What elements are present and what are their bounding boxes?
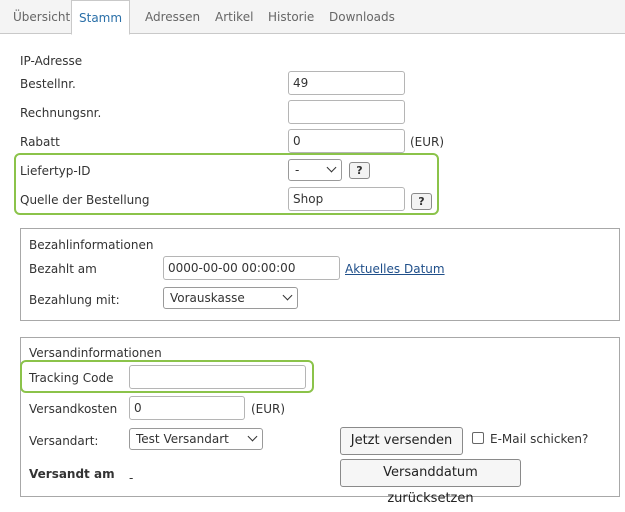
liefertyp-label: Liefertyp-ID xyxy=(20,164,91,178)
rechnungsnr-input[interactable] xyxy=(288,100,405,124)
aktuelles-datum-link[interactable]: Aktuelles Datum xyxy=(345,262,445,276)
liefertyp-help-icon[interactable]: ? xyxy=(349,162,370,179)
versandart-label: Versandart: xyxy=(29,434,99,448)
email-checkbox-label: E-Mail schicken? xyxy=(490,432,589,446)
bezahl-legend: Bezahlinformationen xyxy=(29,238,154,252)
bezahlt-am-label: Bezahlt am xyxy=(29,262,97,276)
versand-legend: Versandinformationen xyxy=(29,346,162,360)
versandkosten-unit: (EUR) xyxy=(251,402,286,416)
rabatt-label: Rabatt xyxy=(20,135,60,149)
tab-downloads[interactable]: Downloads xyxy=(322,0,402,34)
versandkosten-label: Versandkosten xyxy=(29,402,118,416)
chevron-down-icon xyxy=(282,290,293,301)
rabatt-unit: (EUR) xyxy=(410,135,445,149)
liefertyp-select[interactable]: - xyxy=(288,159,342,181)
tab-artikel[interactable]: Artikel xyxy=(208,0,260,34)
versandart-select[interactable]: Test Versandart xyxy=(129,428,263,450)
tab-adressen[interactable]: Adressen xyxy=(138,0,207,34)
bezahlung-mit-select[interactable]: Vorauskasse xyxy=(163,287,298,309)
tracking-label: Tracking Code xyxy=(29,371,114,385)
email-checkbox[interactable] xyxy=(472,432,484,444)
ip-address-label: IP-Adresse xyxy=(20,54,83,68)
bestellnr-input[interactable]: 49 xyxy=(288,71,405,95)
versandt-am-label: Versandt am xyxy=(29,467,115,481)
versandt-am-value: - xyxy=(129,471,134,485)
tab-historie[interactable]: Historie xyxy=(261,0,321,34)
quelle-input[interactable]: Shop xyxy=(288,187,405,211)
jetzt-versenden-button[interactable]: Jetzt versenden xyxy=(340,427,463,455)
chevron-down-icon xyxy=(247,431,258,442)
chevron-down-icon xyxy=(326,162,337,173)
versandkosten-input[interactable]: 0 xyxy=(129,396,245,420)
tab-uebersicht[interactable]: Übersicht xyxy=(6,0,77,34)
quelle-label: Quelle der Bestellung xyxy=(20,193,150,207)
bestellnr-label: Bestellnr. xyxy=(20,77,76,91)
liefertyp-selected-value: - xyxy=(295,163,300,177)
versanddatum-reset-button[interactable]: Versanddatum zurücksetzen xyxy=(340,459,521,506)
bezahlt-am-input[interactable]: 0000-00-00 00:00:00 xyxy=(163,256,340,280)
versandart-selected-value: Test Versandart xyxy=(136,432,229,446)
bezahlung-mit-selected-value: Vorauskasse xyxy=(170,291,245,305)
tab-bar: Übersicht Stamm Adressen Artikel Histori… xyxy=(0,0,625,35)
bezahlung-mit-label: Bezahlung mit: xyxy=(29,293,120,307)
tracking-input[interactable] xyxy=(129,365,306,389)
quelle-help-icon[interactable]: ? xyxy=(411,193,432,210)
rabatt-input[interactable]: 0 xyxy=(288,129,405,153)
rechnungsnr-label: Rechnungsnr. xyxy=(20,106,102,120)
tab-stamm[interactable]: Stamm xyxy=(71,0,131,35)
